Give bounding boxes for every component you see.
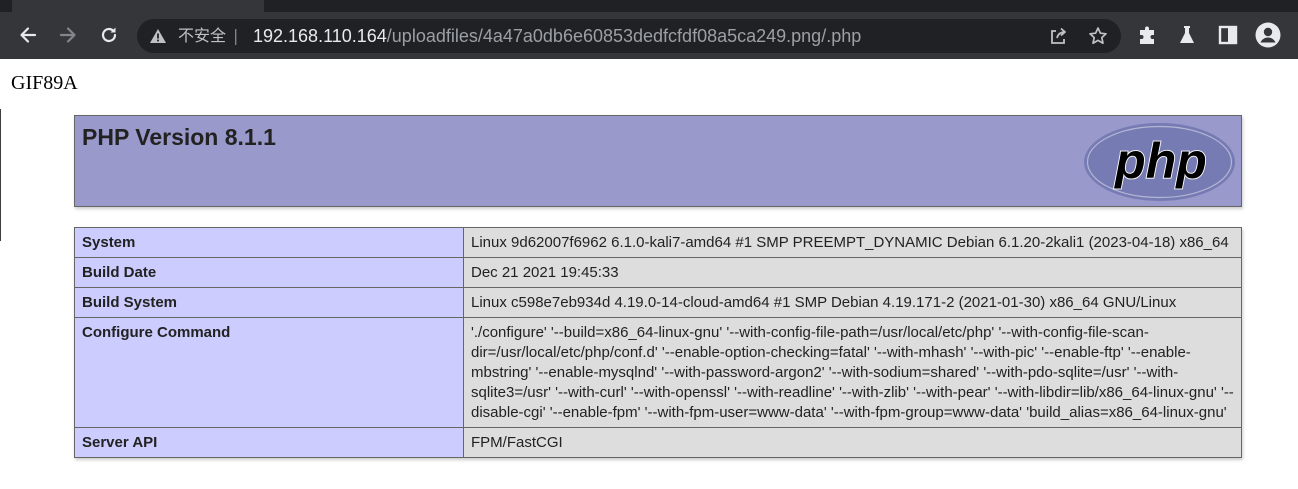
page-content: GIF89A PHP Version 8.1.1 php System Linux…	[0, 59, 1298, 489]
table-row: Build Date Dec 21 2021 19:45:33	[74, 257, 1242, 288]
page-title: PHP Version 8.1.1	[82, 124, 276, 150]
php-info-table: System Linux 9d62007f6962 6.1.0-kali7-amd…	[74, 227, 1242, 458]
info-key-cell: Configure Command	[74, 317, 464, 428]
forward-arrow-icon	[59, 27, 76, 43]
info-key-cell: Build Date	[74, 257, 464, 288]
profile-avatar-icon	[1255, 22, 1281, 48]
url-host: 192.168.110.164	[253, 26, 387, 46]
info-value-cell: Dec 21 2021 19:45:33	[463, 257, 1242, 288]
back-button[interactable]	[14, 21, 42, 49]
info-value-cell: Linux c598e7eb934d 4.19.0-14-cloud-amd64…	[463, 287, 1242, 318]
gif-magic-header: GIF89A	[11, 72, 78, 94]
info-key-cell: System	[74, 227, 464, 258]
reload-icon	[101, 27, 117, 43]
profile-button[interactable]	[1255, 22, 1281, 48]
puzzle-icon	[1140, 26, 1154, 44]
info-value-cell: './configure' '--build=x86_64-linux-gnu'…	[463, 317, 1242, 428]
active-tab[interactable]	[12, 0, 264, 12]
warning-triangle-icon[interactable]	[149, 27, 167, 45]
star-icon	[1089, 27, 1107, 45]
url-text[interactable]: 192.168.110.164/uploadfiles/4a47a0db6e60…	[253, 24, 861, 48]
labs-button[interactable]	[1174, 22, 1200, 48]
browser-toolbar: 不安全 | 192.168.110.164/uploadfiles/4a47a0…	[0, 0, 1298, 59]
left-edge-rule	[0, 109, 1, 241]
table-row: System Linux 9d62007f6962 6.1.0-kali7-amd…	[74, 227, 1242, 258]
php-logo-icon: php	[1084, 123, 1235, 201]
back-arrow-icon	[20, 27, 37, 43]
table-row: Configure Command './configure' '--build=…	[74, 317, 1242, 428]
side-panel-button[interactable]	[1215, 22, 1241, 48]
php-logo-text: php	[1113, 133, 1207, 189]
php-version-header: PHP Version 8.1.1 php	[74, 115, 1242, 207]
bookmark-star-button[interactable]	[1087, 25, 1109, 47]
extensions-button[interactable]	[1135, 22, 1161, 48]
share-icon	[1051, 27, 1066, 44]
info-value-cell: FPM/FastCGI	[463, 427, 1242, 458]
security-status-label[interactable]: 不安全	[178, 24, 226, 48]
table-row: Server API FPM/FastCGI	[74, 427, 1242, 458]
info-value-cell: Linux 9d62007f6962 6.1.0-kali7-amd64 #1 …	[463, 227, 1242, 258]
address-bar[interactable]: 不安全 | 192.168.110.164/uploadfiles/4a47a0…	[137, 19, 1121, 53]
info-key-cell: Server API	[74, 427, 464, 458]
reload-button[interactable]	[95, 21, 123, 49]
security-separator: |	[233, 26, 239, 45]
info-key-cell: Build System	[74, 287, 464, 318]
table-row: Build System Linux c598e7eb934d 4.19.0-14…	[74, 287, 1242, 318]
flask-icon	[1180, 26, 1194, 43]
forward-button[interactable]	[54, 21, 82, 49]
share-button[interactable]	[1047, 25, 1069, 47]
tab-strip	[0, 0, 1298, 12]
url-path: /uploadfiles/4a47a0db6e60853dedfcfdf08a5…	[386, 26, 862, 46]
side-panel-icon	[1218, 25, 1238, 45]
